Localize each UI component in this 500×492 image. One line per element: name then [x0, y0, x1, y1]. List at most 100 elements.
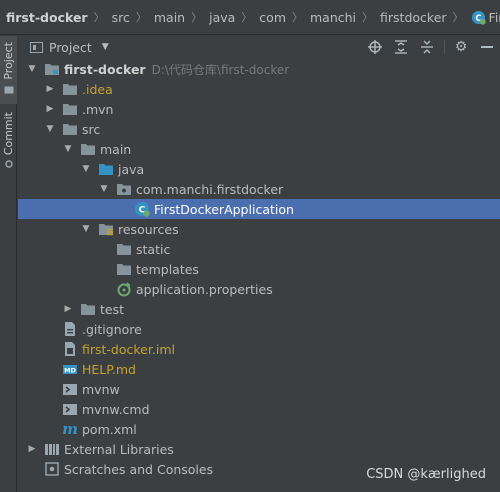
tree-node-label: templates: [136, 261, 199, 277]
tree-node-root[interactable]: ▼ first-docker D:\代码仓库\first-docker: [18, 59, 500, 79]
chevron-right-icon[interactable]: ▶: [44, 104, 56, 114]
tree-node-label: first-docker.iml: [82, 341, 175, 357]
markdown-file-icon: MD: [63, 365, 77, 374]
tree-node-label: src: [82, 121, 101, 137]
package-icon: [117, 184, 131, 195]
spring-boot-class-icon: C: [135, 202, 150, 217]
chevron-down-icon[interactable]: ▼: [80, 224, 92, 234]
breadcrumb-item-main[interactable]: main: [154, 10, 185, 25]
gitignore-file-icon: [65, 322, 75, 336]
svg-text:MD: MD: [64, 366, 76, 374]
project-title: Project: [49, 39, 92, 55]
chevron-down-icon[interactable]: ▼: [80, 164, 92, 174]
tree-node-label: pom.xml: [82, 421, 137, 437]
left-tool-strip: Project Commit: [0, 36, 17, 492]
spring-boot-class-icon: C: [471, 10, 486, 25]
breadcrumb-item-class[interactable]: C FirstDockerApplication: [471, 10, 500, 25]
locate-icon: [368, 40, 382, 54]
commit-icon: [4, 160, 13, 168]
locate-button[interactable]: [362, 36, 388, 58]
tree-node-pom[interactable]: m pom.xml: [18, 419, 500, 439]
hide-icon: [481, 45, 493, 48]
tree-node-label: .idea: [82, 81, 113, 97]
tree-node-main[interactable]: ▼ main: [18, 139, 500, 159]
chevron-right-icon[interactable]: ▶: [26, 444, 38, 454]
tab-project[interactable]: Project: [0, 36, 17, 104]
tab-commit-label: Commit: [2, 112, 15, 156]
tool-window-actions: ⚙: [362, 36, 500, 58]
properties-file-icon: [117, 282, 131, 297]
collapse-all-icon: [421, 40, 433, 54]
tree-node-label: test: [100, 301, 125, 317]
collapse-all-button[interactable]: [414, 36, 440, 58]
tree-node-java[interactable]: ▼ java: [18, 159, 500, 179]
breadcrumb-item-manchi[interactable]: manchi: [310, 10, 356, 25]
expand-all-button[interactable]: [388, 36, 414, 58]
breadcrumb-item-src[interactable]: src: [112, 10, 130, 25]
project-path: D:\代码仓库\first-docker: [151, 62, 290, 77]
folder-icon: [81, 304, 95, 315]
chevron-down-icon[interactable]: ▼: [26, 64, 38, 74]
tree-node-resources[interactable]: ▼ resources: [18, 219, 500, 239]
folder-icon: [63, 84, 77, 95]
tree-node-app-class[interactable]: C FirstDockerApplication: [18, 199, 500, 219]
tree-node-help[interactable]: MD HELP.md: [18, 359, 500, 379]
tree-node-test[interactable]: ▶ test: [18, 299, 500, 319]
tree-node-label: com.manchi.firstdocker: [136, 181, 284, 197]
project-view-selector[interactable]: Project ▼: [30, 40, 109, 55]
breadcrumb-item-java[interactable]: java: [209, 10, 235, 25]
chevron-down-icon[interactable]: ▼: [62, 144, 74, 154]
tree-node-label: Scratches and Consoles: [64, 461, 214, 477]
tree-node-mvnw[interactable]: mvnw: [18, 379, 500, 399]
chevron-right-icon: 〉: [191, 11, 203, 24]
chevron-right-icon: 〉: [241, 11, 253, 24]
tree-node-label: resources: [118, 221, 179, 237]
settings-button[interactable]: ⚙: [448, 36, 474, 58]
breadcrumb-item-project[interactable]: first-docker: [6, 10, 88, 25]
tree-node-src[interactable]: ▼ src: [18, 119, 500, 139]
tab-commit[interactable]: Commit: [0, 112, 17, 174]
tree-node-idea[interactable]: ▶ .idea: [18, 79, 500, 99]
tree-node-label: static: [136, 241, 171, 257]
tree-node-iml[interactable]: first-docker.iml: [18, 339, 500, 359]
project-tree: ▼ first-docker D:\代码仓库\first-docker ▶ .i…: [18, 59, 500, 479]
expand-all-icon: [395, 40, 407, 54]
chevron-right-icon: 〉: [135, 11, 147, 24]
folder-icon: [63, 124, 77, 135]
cmd-file-icon: [63, 404, 77, 415]
folder-icon: [117, 244, 131, 255]
chevron-right-icon[interactable]: ▶: [44, 84, 56, 94]
folder-icon: [81, 144, 95, 155]
module-folder-icon: [45, 64, 59, 75]
tree-node-mvnw-cmd[interactable]: mvnw.cmd: [18, 399, 500, 419]
folder-icon: [63, 104, 77, 115]
hide-button[interactable]: [474, 36, 500, 58]
chevron-down-icon[interactable]: ▼: [98, 184, 110, 194]
tree-node-gitignore[interactable]: .gitignore: [18, 319, 500, 339]
tree-node-label: mvnw.cmd: [82, 401, 150, 417]
tree-node-label: HELP.md: [82, 361, 136, 377]
chevron-right-icon: 〉: [452, 11, 464, 24]
breadcrumb-item-com[interactable]: com: [259, 10, 286, 25]
library-icon: [45, 444, 59, 455]
tree-node-static[interactable]: static: [18, 239, 500, 259]
folder-icon: [117, 264, 131, 275]
tree-node-label: mvnw: [82, 381, 120, 397]
tree-node-label: .gitignore: [82, 321, 142, 337]
chevron-right-icon[interactable]: ▶: [62, 304, 74, 314]
tree-node-package[interactable]: ▼ com.manchi.firstdocker: [18, 179, 500, 199]
tree-node-app-properties[interactable]: application.properties: [18, 279, 500, 299]
chevron-right-icon: 〉: [93, 11, 105, 24]
toolbar-separator: [440, 36, 448, 58]
chevron-down-icon[interactable]: ▼: [44, 124, 56, 134]
tree-node-mvn[interactable]: ▶ .mvn: [18, 99, 500, 119]
tree-node-external-libraries[interactable]: ▶ External Libraries: [18, 439, 500, 459]
tree-node-label: External Libraries: [64, 441, 174, 457]
tree-node-label: java: [118, 161, 145, 177]
watermark: CSDN @kærlighed: [366, 467, 486, 482]
breadcrumb-item-firstdocker[interactable]: firstdocker: [380, 10, 447, 25]
module-file-icon: [65, 342, 75, 356]
tree-node-label: .mvn: [82, 101, 114, 117]
tree-node-label: application.properties: [136, 281, 273, 297]
tree-node-templates[interactable]: templates: [18, 259, 500, 279]
